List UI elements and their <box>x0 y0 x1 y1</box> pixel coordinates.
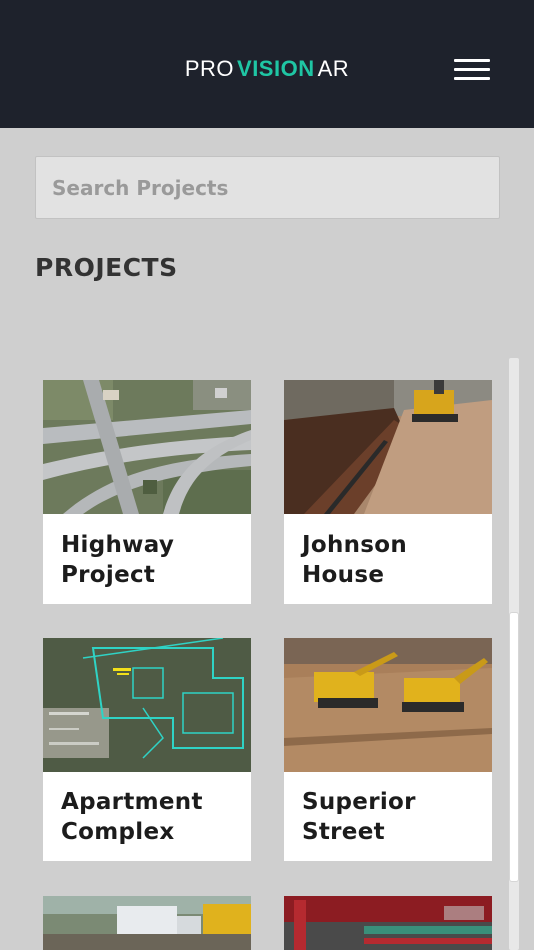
project-card-highway[interactable]: Highway Project <box>43 380 251 604</box>
project-title: Apartment Complex <box>61 787 203 847</box>
project-title: Johnson House <box>302 530 407 590</box>
project-thumbnail-trucks <box>43 896 251 950</box>
hamburger-menu-icon[interactable] <box>452 56 492 84</box>
project-title-line: Johnson <box>302 532 408 558</box>
logo-vision-text: VISION <box>237 56 315 81</box>
project-thumbnail-apartment <box>43 638 251 772</box>
project-title: Superior Street <box>302 787 416 847</box>
project-thumbnail-johnson <box>284 380 492 514</box>
project-thumbnail-pipes <box>284 896 492 950</box>
top-navigation-bar: PRO VISION AR <box>0 0 534 128</box>
project-card-5[interactable] <box>43 896 251 950</box>
logo-pro-text: PRO <box>184 56 235 81</box>
project-title-line: Project <box>61 562 156 588</box>
project-card-6[interactable] <box>284 896 492 950</box>
project-title-line: Complex <box>61 819 175 845</box>
project-card-superior[interactable]: Superior Street <box>284 638 492 861</box>
search-input[interactable] <box>36 157 499 218</box>
project-title-line: Highway <box>61 532 175 558</box>
project-thumbnail-superior <box>284 638 492 772</box>
project-title-line: Apartment <box>61 789 203 815</box>
project-title: Highway Project <box>61 530 174 590</box>
project-title-line: Superior <box>302 789 416 815</box>
logo-ar-text: AR <box>317 56 350 81</box>
scrollbar-thumb[interactable] <box>509 612 519 882</box>
project-card-apartment[interactable]: Apartment Complex <box>43 638 251 861</box>
project-thumbnail-highway <box>43 380 251 514</box>
search-field-container <box>35 156 500 219</box>
section-title: PROJECTS <box>35 253 178 282</box>
project-title-line: Street <box>302 819 385 845</box>
project-title-line: House <box>302 562 385 588</box>
project-card-johnson[interactable]: Johnson House <box>284 380 492 604</box>
